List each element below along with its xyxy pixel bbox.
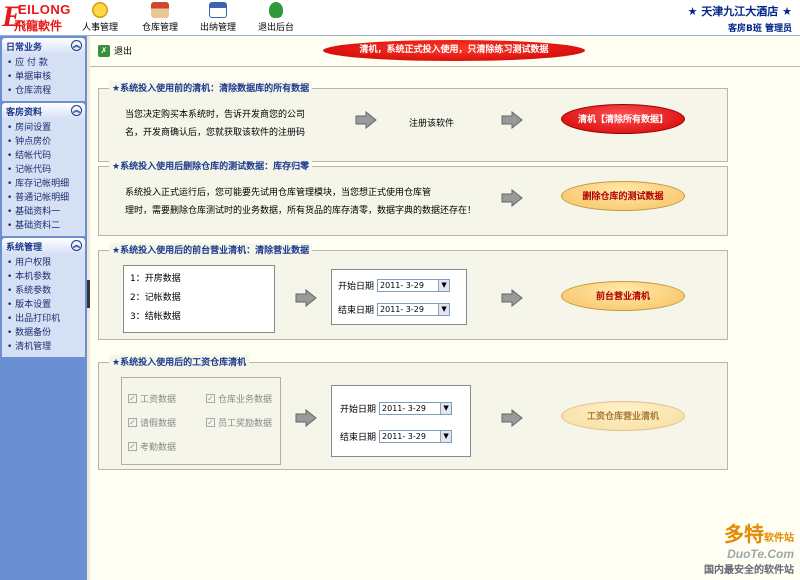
- logo-cn: 飛龍軟件: [14, 19, 63, 33]
- checkbox-leave[interactable]: ✓ 请假数据: [128, 416, 176, 429]
- sidebar-item[interactable]: 基础资料二: [2, 219, 85, 233]
- arrow-right-icon: [295, 409, 317, 427]
- toolbar-cashier-button[interactable]: 出纳管理: [200, 2, 236, 33]
- end-date-label: 结束日期: [340, 433, 377, 443]
- main-content: ✗ 退出 清机，系统正式投入使用，只清除练习测试数据 www.DuoTe.com…: [90, 36, 800, 580]
- panel-text: 当您决定购买本系统时，告诉开发商您的公司: [125, 110, 306, 120]
- arrow-right-icon: [501, 409, 523, 427]
- warehouse-icon: [151, 2, 169, 18]
- end-date-picker[interactable]: 2011- 3-29 ▼: [379, 430, 453, 443]
- sidebar-item[interactable]: 仓库流程: [2, 84, 85, 98]
- sidebar-item[interactable]: 用户权限: [2, 256, 85, 270]
- sidebar-item[interactable]: 普通记帐明细: [2, 191, 85, 205]
- hotel-name: 天津九江大酒店: [701, 5, 779, 18]
- list-item: 2：记帐数据: [130, 293, 181, 303]
- top-bar: E EILONG 飛龍軟件 人事管理 仓库管理 出纳管理 退出后台 ★ 天津九江…: [0, 0, 800, 36]
- sidebar-item[interactable]: 版本设置: [2, 298, 85, 312]
- panel-full-clear: ★系统投入使用前的清机：清除数据库的所有数据 当您决定购买本系统时，告诉开发商您…: [98, 81, 728, 162]
- sidebar-item[interactable]: 单据审核: [2, 70, 85, 84]
- site-watermark: 多特软件站 DuoTe.Com 国内最安全的软件站: [704, 522, 794, 576]
- sidebar-item[interactable]: 记帐代码: [2, 163, 85, 177]
- toolbar-hr-button[interactable]: 人事管理: [82, 2, 118, 33]
- panel-title: ★系统投入使用后的前台营业清机：清除营业数据: [109, 243, 313, 256]
- sidebar-item[interactable]: 基础资料一: [2, 205, 85, 219]
- front-data-list: 1：开房数据 2：记帐数据 3：结帐数据: [123, 265, 275, 333]
- checkbox-payroll[interactable]: ✓ 工资数据: [128, 392, 176, 405]
- panel-warehouse-clear: ★系统投入使用后删除仓库的测试数据：库存归零 系统投入正式运行后，您可能要先试用…: [98, 159, 728, 236]
- sidebar-group-daily[interactable]: 日常业务 ︽: [2, 38, 85, 54]
- panel-title: ★系统投入使用后的工资仓库清机: [109, 355, 250, 368]
- arrow-right-icon: [295, 289, 317, 307]
- sidebar-group-system-items: 用户权限 本机参数 系统参数 版本设置 出品打印机 数据备份 清机管理: [2, 254, 85, 357]
- app-logo: E EILONG 飛龍軟件: [2, 0, 86, 34]
- clear-all-data-button[interactable]: 清机【清除所有数据】: [561, 104, 685, 134]
- chevron-up-icon[interactable]: ︽: [71, 40, 82, 51]
- chevron-down-icon[interactable]: ▼: [438, 304, 450, 315]
- arrow-right-icon: [501, 289, 523, 307]
- sidebar-group-daily-items: 应 付 款 单据审核 仓库流程: [2, 54, 85, 101]
- sidebar-group-rooms-items: 房间设置 钟点房价 结帐代码 记帐代码 库存记帐明细 普通记帐明细 基础资料一 …: [2, 119, 85, 236]
- chevron-down-icon[interactable]: ▼: [438, 280, 450, 291]
- panel-title: ★系统投入使用后删除仓库的测试数据：库存归零: [109, 159, 313, 172]
- sidebar-item[interactable]: 数据备份: [2, 326, 85, 340]
- sidebar-item[interactable]: 房间设置: [2, 121, 85, 135]
- list-item: 3：结帐数据: [130, 312, 181, 322]
- chevron-down-icon[interactable]: ▼: [440, 403, 452, 414]
- sidebar-item[interactable]: 本机参数: [2, 270, 85, 284]
- sidebar: 日常业务 ︽ 应 付 款 单据审核 仓库流程 客房资料 ︽ 房间设置 钟点房价 …: [0, 36, 87, 580]
- chevron-up-icon[interactable]: ︽: [71, 105, 82, 116]
- panel-title: ★系统投入使用前的清机：清除数据库的所有数据: [109, 81, 313, 94]
- start-date-picker[interactable]: 2011- 3-29 ▼: [377, 279, 451, 292]
- panel-text: 系统投入正式运行后，您可能要先试用仓库管理模块，当您想正式使用仓库管: [125, 188, 432, 198]
- sidebar-item[interactable]: 系统参数: [2, 284, 85, 298]
- start-date-label: 开始日期: [340, 405, 377, 415]
- sidebar-group-rooms[interactable]: 客房资料 ︽: [2, 103, 85, 119]
- logo-en: EILONG: [18, 2, 71, 17]
- chevron-down-icon[interactable]: ▼: [440, 431, 452, 442]
- start-date-label: 开始日期: [338, 282, 375, 292]
- end-date-picker[interactable]: 2011- 3-29 ▼: [377, 303, 451, 316]
- runner-icon: [269, 2, 283, 18]
- panel-text: 理时，需要删除仓库测试时的业务数据，所有货品的库存清零，数据字典的数据还存在！: [125, 206, 477, 216]
- exit-icon: ✗: [98, 44, 110, 57]
- sidebar-item[interactable]: 出品打印机: [2, 312, 85, 326]
- divider: [90, 66, 800, 67]
- user-info: 客房B班 管理员: [728, 24, 792, 34]
- sidebar-item[interactable]: 清机管理: [2, 340, 85, 354]
- sidebar-item[interactable]: 钟点房价: [2, 135, 85, 149]
- date-range-box: 开始日期 2011- 3-29 ▼ 结束日期 2011- 3-29 ▼: [331, 385, 471, 457]
- end-date-label: 结束日期: [338, 306, 375, 316]
- panel-text: 名，开发商确认后，您就获取该软件的注册码: [125, 128, 306, 138]
- arrow-right-icon: [501, 189, 523, 207]
- exit-button[interactable]: ✗ 退出: [98, 44, 132, 57]
- clear-banner: 清机，系统正式投入使用，只清除练习测试数据: [323, 40, 585, 61]
- sidebar-item[interactable]: 库存记帐明细: [2, 177, 85, 191]
- arrow-right-icon: [355, 111, 377, 129]
- payroll-warehouse-clear-button[interactable]: 工资仓库营业清机: [561, 401, 685, 431]
- arrow-right-icon: [501, 111, 523, 129]
- checkbox-attendance[interactable]: ✓ 考勤数据: [128, 440, 176, 453]
- delete-warehouse-test-data-button[interactable]: 删除仓库的测试数据: [561, 181, 685, 211]
- panel-front-desk-clear: ★系统投入使用后的前台营业清机：清除营业数据 1：开房数据 2：记帐数据 3：结…: [98, 243, 728, 340]
- start-date-picker[interactable]: 2011- 3-29 ▼: [379, 402, 453, 415]
- hotel-info: ★ 天津九江大酒店 ★ 客房B班 管理员: [687, 5, 792, 34]
- register-label: 注册该软件: [409, 119, 455, 129]
- sidebar-item[interactable]: 结帐代码: [2, 149, 85, 163]
- checkbox-staff-reward[interactable]: ✓ 员工奖励数据: [206, 416, 272, 429]
- calendar-icon: [209, 2, 227, 18]
- clear-options-grid: ✓ 工资数据 ✓ 仓库业务数据 ✓ 请假数据 ✓ 员工奖励数据 ✓ 考勤数据: [121, 377, 281, 465]
- checkbox-warehouse-business[interactable]: ✓ 仓库业务数据: [206, 392, 272, 405]
- sidebar-group-system[interactable]: 系统管理 ︽: [2, 238, 85, 254]
- chevron-up-icon[interactable]: ︽: [71, 240, 82, 251]
- list-item: 1：开房数据: [130, 274, 181, 284]
- sidebar-item[interactable]: 应 付 款: [2, 56, 85, 70]
- date-range-box: 开始日期 2011- 3-29 ▼ 结束日期 2011- 3-29 ▼: [331, 269, 467, 325]
- panel-payroll-warehouse-clear: ★系统投入使用后的工资仓库清机 ✓ 工资数据 ✓ 仓库业务数据 ✓ 请假数据 ✓ 员工奖…: [98, 355, 728, 470]
- toolbar-warehouse-button[interactable]: 仓库管理: [142, 2, 178, 33]
- front-desk-clear-button[interactable]: 前台营业清机: [561, 281, 685, 311]
- toolbar-exit-button[interactable]: 退出后台: [258, 2, 294, 33]
- smiley-icon: [92, 2, 108, 18]
